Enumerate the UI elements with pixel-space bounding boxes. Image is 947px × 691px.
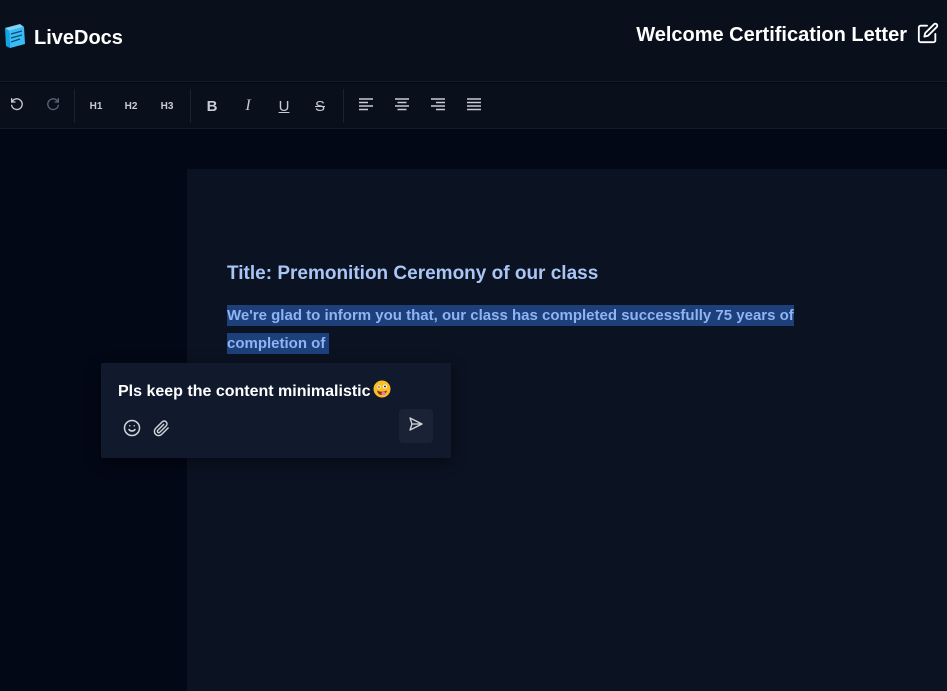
align-right-icon xyxy=(430,97,446,116)
emoji-picker-icon[interactable] xyxy=(122,418,142,438)
logo[interactable]: LiveDocs xyxy=(2,22,123,55)
redo-icon xyxy=(45,96,61,117)
toolbar-divider xyxy=(190,89,191,123)
underline-button[interactable]: U xyxy=(269,83,299,129)
undo-button[interactable] xyxy=(2,83,32,129)
align-left-icon xyxy=(358,97,374,116)
align-justify-button[interactable] xyxy=(459,83,489,129)
document-title[interactable]: Welcome Certification Letter xyxy=(636,24,907,47)
redo-button[interactable] xyxy=(38,83,68,129)
toolbar-divider xyxy=(343,89,344,123)
document-paragraph[interactable]: We're glad to inform you that, our class… xyxy=(227,302,827,358)
bold-button[interactable]: B xyxy=(197,83,227,129)
heading-2-button[interactable]: H2 xyxy=(116,83,146,129)
align-right-button[interactable] xyxy=(423,83,453,129)
logo-icon xyxy=(2,22,28,55)
comment-popover: Pls keep the content minimalistic xyxy=(101,363,451,458)
align-center-icon xyxy=(394,97,410,116)
document-heading[interactable]: Title: Premonition Ceremony of our class xyxy=(227,263,598,285)
heading-1-button[interactable]: H1 xyxy=(81,83,111,129)
formatting-toolbar: H1 H2 H3 B I U S xyxy=(0,83,947,129)
comment-input[interactable]: Pls keep the content minimalistic xyxy=(118,380,391,403)
align-justify-icon xyxy=(466,97,482,116)
strikethrough-button[interactable]: S xyxy=(305,83,335,129)
send-button[interactable] xyxy=(399,409,433,443)
app-name: LiveDocs xyxy=(34,27,123,49)
heading-3-button[interactable]: H3 xyxy=(152,83,182,129)
selected-text[interactable]: We're glad to inform you that, our class… xyxy=(227,305,794,354)
edit-icon[interactable] xyxy=(917,22,939,49)
undo-icon xyxy=(9,96,25,117)
app-header: LiveDocs Welcome Certification Letter xyxy=(0,0,947,82)
send-icon xyxy=(408,416,424,437)
italic-button[interactable]: I xyxy=(233,83,263,129)
align-center-button[interactable] xyxy=(387,83,417,129)
attachment-icon[interactable] xyxy=(151,418,171,438)
silly-face-emoji-icon xyxy=(373,380,391,403)
toolbar-divider xyxy=(74,89,75,123)
comment-text: Pls keep the content minimalistic xyxy=(118,382,371,400)
align-left-button[interactable] xyxy=(351,83,381,129)
